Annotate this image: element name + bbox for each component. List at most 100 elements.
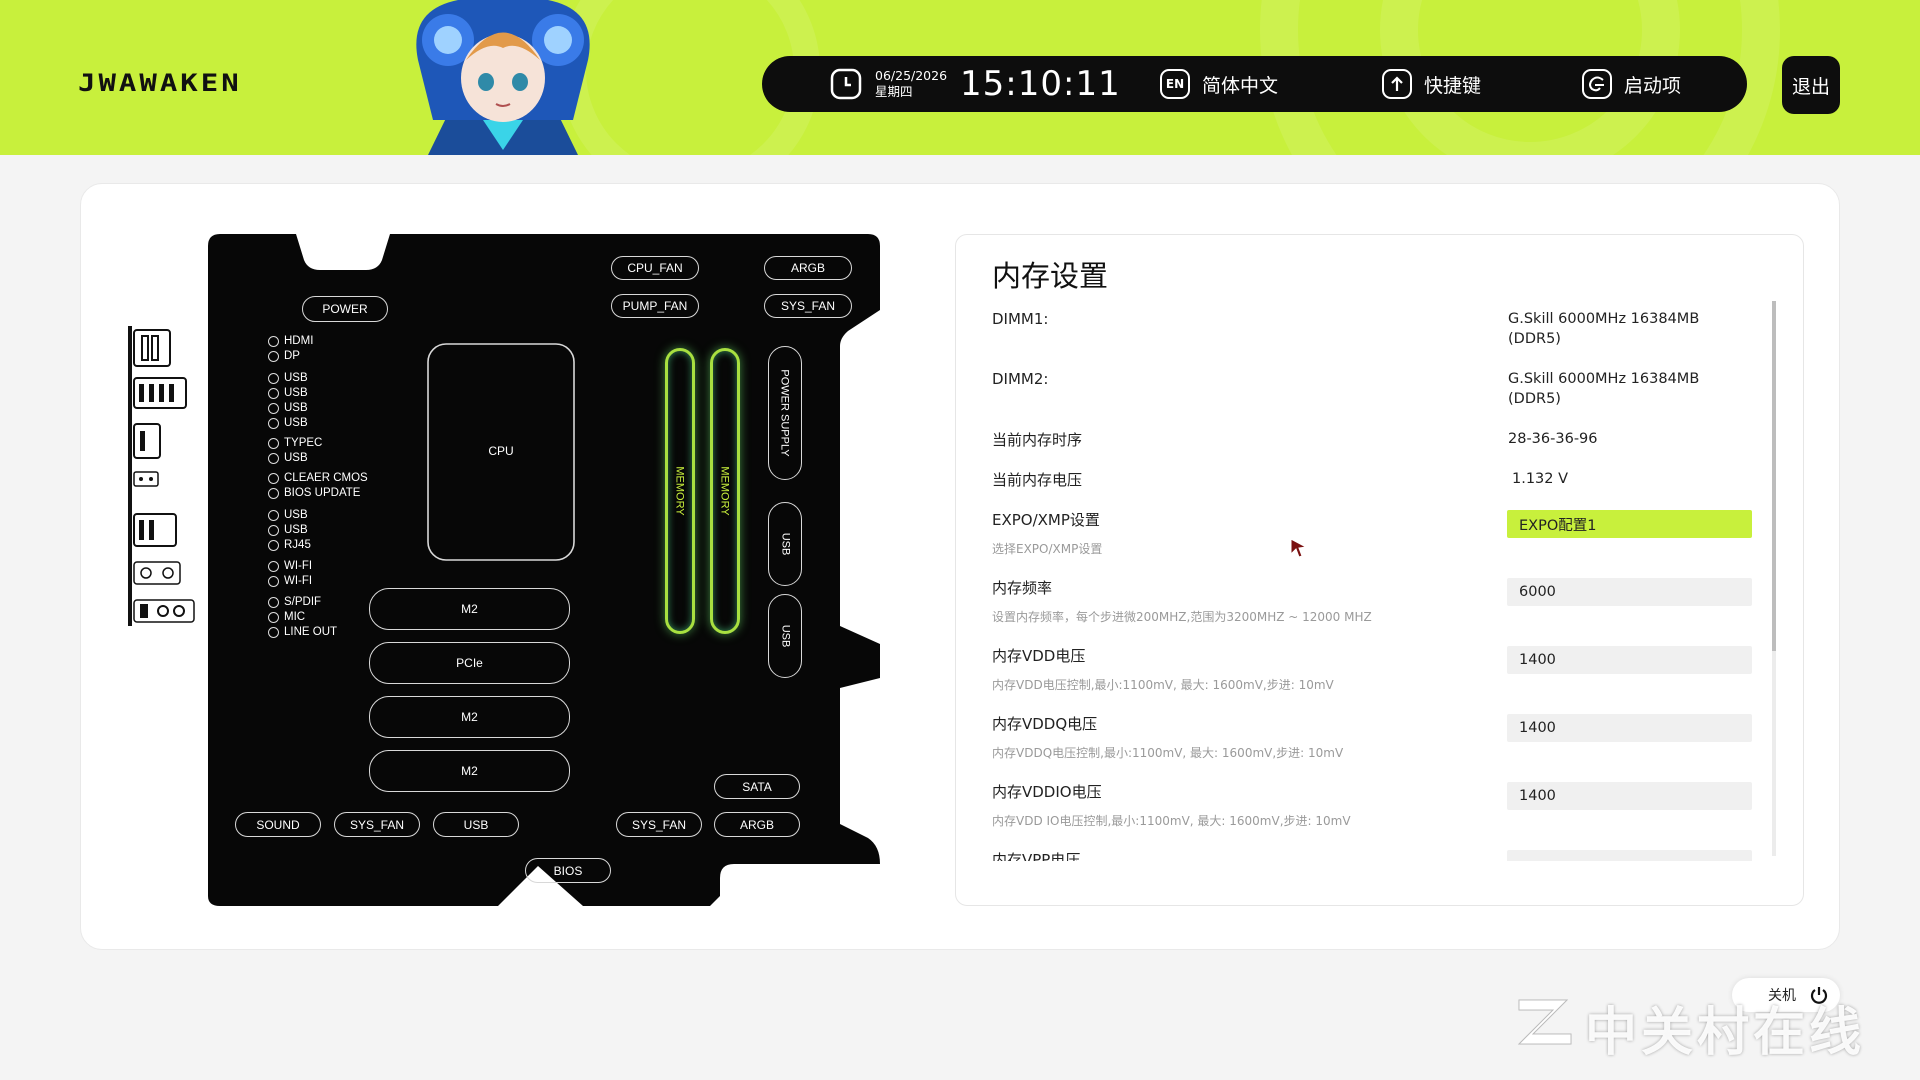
language-icon: EN xyxy=(1160,69,1190,99)
voltage-value: 1.132 V xyxy=(1512,471,1569,487)
io-port-item: USB xyxy=(268,509,398,521)
power-header[interactable]: POWER xyxy=(302,296,388,322)
sys-fan-top-header[interactable]: SYS_FAN xyxy=(764,294,852,318)
memory-slot-1-label: MEMORY xyxy=(674,466,686,516)
vddio-label: 内存VDDIO电压 xyxy=(992,783,1102,801)
vpp-label: 内存VPP电压 xyxy=(992,851,1081,861)
pump-fan-header[interactable]: PUMP_FAN xyxy=(611,294,699,318)
expo-label: EXPO/XMP设置 xyxy=(992,511,1100,529)
expo-select[interactable]: EXPO配置1 xyxy=(1507,510,1752,538)
sound-header[interactable]: SOUND xyxy=(235,812,321,837)
io-port-item: WI-FI xyxy=(268,575,398,587)
panel-title: 内存设置 xyxy=(992,259,1109,293)
dimm2-label: DIMM2: xyxy=(992,370,1049,388)
top-bar: 06/25/2026 星期四 15:10:11 EN 简体中文 快捷键 启动项 xyxy=(762,56,1747,112)
io-port-item: TYPEC xyxy=(268,437,398,449)
argb-bottom-header[interactable]: ARGB xyxy=(714,812,800,837)
vdd-label: 内存VDD电压 xyxy=(992,647,1086,665)
cpu-label: CPU xyxy=(488,444,514,458)
m2-slot-2[interactable]: M2 xyxy=(369,696,570,738)
pcie-slot[interactable]: PCIe xyxy=(369,642,570,684)
memory-settings-panel: 内存设置 DIMM1: G.Skill 6000MHz 16384MB (DDR… xyxy=(955,234,1804,906)
io-port-item: WI-FI xyxy=(268,560,398,572)
power-supply-label: POWER SUPPLY xyxy=(779,369,791,457)
language-button[interactable]: EN 简体中文 xyxy=(1160,56,1278,112)
io-port-item: RJ45 xyxy=(268,539,398,551)
argb-top-header[interactable]: ARGB xyxy=(764,256,852,280)
io-port-item: USB xyxy=(268,524,398,536)
io-port-item: USB xyxy=(268,372,398,384)
clock-icon xyxy=(830,56,862,112)
vddq-input[interactable]: 1400 xyxy=(1507,714,1752,742)
shortcut-label: 快捷键 xyxy=(1424,74,1482,97)
timing-label: 当前内存时序 xyxy=(992,431,1083,449)
watermark-text: 中关村在线 xyxy=(1585,1003,1866,1063)
expo-hint: 选择EXPO/XMP设置 xyxy=(992,542,1103,556)
bios-chip[interactable]: BIOS xyxy=(525,858,611,883)
mascot-illustration xyxy=(416,0,590,155)
next-row-clip: 内存VPP电压 xyxy=(956,847,1804,861)
boot-button[interactable]: 启动项 xyxy=(1582,56,1681,112)
vddq-hint: 内存VDDQ电压控制,最小:1100mV, 最大: 1600mV,步进: 10m… xyxy=(992,746,1344,760)
sys-fan-bottom-header-1[interactable]: SYS_FAN xyxy=(334,812,420,837)
weekday-text: 星期四 xyxy=(875,84,913,99)
io-port-item: USB xyxy=(268,402,398,414)
io-port-item: LINE OUT xyxy=(268,626,398,638)
app-logo: JWAWAKEN xyxy=(78,69,242,97)
sata-header[interactable]: SATA xyxy=(714,774,800,799)
io-port-item: BIOS UPDATE xyxy=(268,487,398,499)
memory-slot-2-label: MEMORY xyxy=(719,466,731,516)
watermark-logo xyxy=(1515,992,1575,1054)
date-text: 06/25/2026 xyxy=(875,68,948,83)
dimm1-value-line2: (DDR5) xyxy=(1508,331,1561,347)
usb-right-label-2: USB xyxy=(779,624,791,648)
usb-right-header-2[interactable]: USB xyxy=(768,594,802,678)
io-port-item: S/PDIF xyxy=(268,596,398,608)
time-text: 15:10:11 xyxy=(960,64,1121,104)
vpp-input[interactable] xyxy=(1507,850,1752,861)
watermark-logo-icon xyxy=(1517,999,1572,1045)
timing-value: 28-36-36-96 xyxy=(1508,431,1598,447)
upload-arrow-icon xyxy=(1382,69,1412,99)
power-supply-header[interactable]: POWER SUPPLY xyxy=(768,346,802,480)
vddio-input[interactable]: 1400 xyxy=(1507,782,1752,810)
dimm2-value: G.Skill 6000MHz 16384MB (DDR5) xyxy=(1508,369,1699,409)
scrollbar-thumb[interactable] xyxy=(1772,301,1776,651)
usb-right-header-1[interactable]: USB xyxy=(768,502,802,586)
sys-fan-bottom-header-2[interactable]: SYS_FAN xyxy=(616,812,702,837)
exit-button[interactable]: 退出 xyxy=(1782,56,1840,114)
dimm1-value-line1: G.Skill 6000MHz 16384MB xyxy=(1508,311,1700,327)
io-port-item: USB xyxy=(268,452,398,464)
io-port-item: MIC xyxy=(268,611,398,623)
frequency-input[interactable]: 6000 xyxy=(1507,578,1752,606)
memory-slot-1[interactable]: MEMORY xyxy=(665,348,695,634)
frequency-hint: 设置内存频率，每个步进微200MHZ,范围为3200MHZ ~ 12000 MH… xyxy=(992,610,1372,624)
dimm1-value: G.Skill 6000MHz 16384MB (DDR5) xyxy=(1508,309,1699,349)
m2-slot-3[interactable]: M2 xyxy=(369,750,570,792)
vddq-label: 内存VDDQ电压 xyxy=(992,715,1098,733)
io-port-item: CLEAER CMOS xyxy=(268,472,398,484)
dimm1-label: DIMM1: xyxy=(992,310,1049,328)
mouse-cursor-icon xyxy=(1290,538,1308,558)
language-label: 简体中文 xyxy=(1202,74,1279,97)
voltage-label: 当前内存电压 xyxy=(992,471,1083,489)
vdd-input[interactable]: 1400 xyxy=(1507,646,1752,674)
shortcut-button[interactable]: 快捷键 xyxy=(1382,56,1481,112)
vdd-hint: 内存VDD电压控制,最小:1100mV, 最大: 1600mV,步进: 10mV xyxy=(992,678,1334,692)
io-port-item: HDMI xyxy=(268,335,398,347)
usb-right-label-1: USB xyxy=(779,532,791,556)
dimm2-value-line1: G.Skill 6000MHz 16384MB xyxy=(1508,371,1700,387)
usb-bottom-header[interactable]: USB xyxy=(433,812,519,837)
io-port-item: USB xyxy=(268,417,398,429)
vddio-hint: 内存VDD IO电压控制,最小:1100mV, 最大: 1600mV,步进: 1… xyxy=(992,814,1351,828)
io-port-item: DP xyxy=(268,350,398,362)
io-port-item: USB xyxy=(268,387,398,399)
cpu-fan-header[interactable]: CPU_FAN xyxy=(611,256,699,280)
memory-slot-2[interactable]: MEMORY xyxy=(710,348,740,634)
frequency-label: 内存频率 xyxy=(992,579,1053,597)
boot-icon xyxy=(1582,69,1612,99)
motherboard-diagram: CPU POWER CPU_FAN ARGB PUMP_FAN SYS_FAN … xyxy=(120,226,900,916)
boot-label: 启动项 xyxy=(1624,74,1682,97)
m2-slot-1[interactable]: M2 xyxy=(369,588,570,630)
dimm2-value-line2: (DDR5) xyxy=(1508,391,1561,407)
